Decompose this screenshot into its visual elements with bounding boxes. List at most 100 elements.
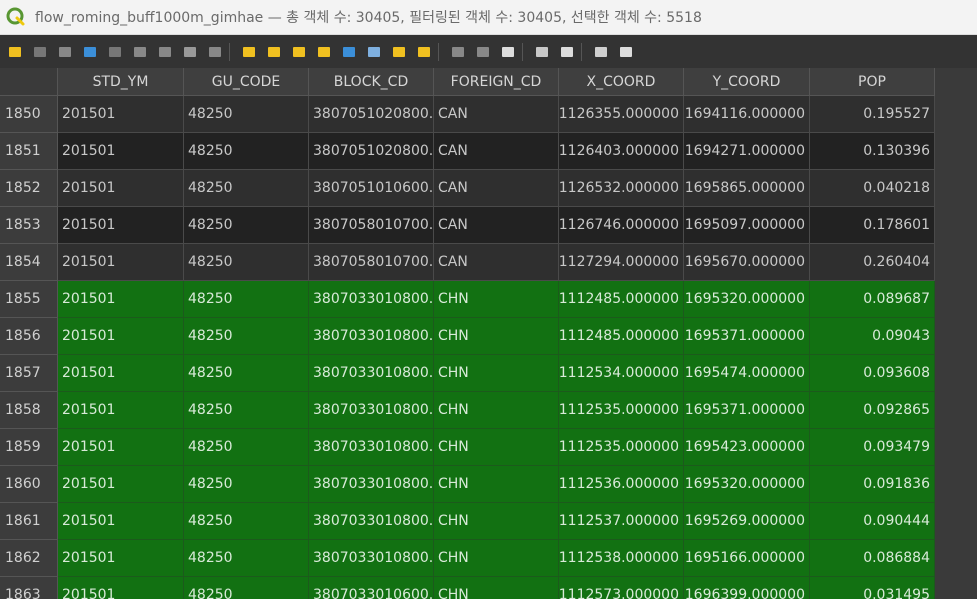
- cell-x-coord[interactable]: 1126532.000000: [559, 170, 684, 207]
- table-row[interactable]: 1857 201501 48250 3807033010800... CHN 111253…: [0, 355, 977, 392]
- cell-x-coord[interactable]: 1112534.000000: [559, 355, 684, 392]
- delete-field-button[interactable]: [475, 44, 491, 60]
- row-number[interactable]: 1861: [0, 503, 58, 540]
- cell-y-coord[interactable]: 1695474.000000: [684, 355, 810, 392]
- cell-std-ym[interactable]: 201501: [58, 540, 184, 577]
- table-row[interactable]: 1856 201501 48250 3807033010800... CHN 111248…: [0, 318, 977, 355]
- cell-std-ym[interactable]: 201501: [58, 429, 184, 466]
- cell-std-ym[interactable]: 201501: [58, 207, 184, 244]
- cell-std-ym[interactable]: 201501: [58, 244, 184, 281]
- filter-select-button[interactable]: [341, 44, 357, 60]
- new-field-button[interactable]: [450, 44, 466, 60]
- column-header-y-coord[interactable]: Y_COORD: [684, 68, 810, 96]
- table-row[interactable]: 1854 201501 48250 3807058010700... CAN 112729…: [0, 244, 977, 281]
- row-number[interactable]: 1859: [0, 429, 58, 466]
- cell-pop[interactable]: 0.089687: [810, 281, 935, 318]
- row-number[interactable]: 1854: [0, 244, 58, 281]
- cell-block-cd[interactable]: 3807033010800...: [309, 429, 434, 466]
- table-row[interactable]: 1861 201501 48250 3807033010800... CHN 111253…: [0, 503, 977, 540]
- organize-columns-button[interactable]: [618, 44, 634, 60]
- cell-x-coord[interactable]: 1112535.000000: [559, 429, 684, 466]
- copy-button[interactable]: [182, 44, 198, 60]
- cell-y-coord[interactable]: 1695423.000000: [684, 429, 810, 466]
- row-number[interactable]: 1855: [0, 281, 58, 318]
- table-row[interactable]: 1855 201501 48250 3807033010800... CHN 111248…: [0, 281, 977, 318]
- row-number[interactable]: 1856: [0, 318, 58, 355]
- cell-foreign-cd[interactable]: CAN: [434, 170, 559, 207]
- cell-x-coord[interactable]: 1126746.000000: [559, 207, 684, 244]
- paste-button[interactable]: [207, 44, 223, 60]
- cell-foreign-cd[interactable]: CHN: [434, 577, 559, 599]
- pan-to-selected-button[interactable]: [391, 44, 407, 60]
- cell-x-coord[interactable]: 1112537.000000: [559, 503, 684, 540]
- cell-gu-code[interactable]: 48250: [184, 503, 309, 540]
- cell-pop[interactable]: 0.092865: [810, 392, 935, 429]
- cell-pop[interactable]: 0.093608: [810, 355, 935, 392]
- invert-selection-button[interactable]: [291, 44, 307, 60]
- cell-std-ym[interactable]: 201501: [58, 503, 184, 540]
- cell-block-cd[interactable]: 3807033010800...: [309, 281, 434, 318]
- deselect-all-button[interactable]: [316, 44, 332, 60]
- cell-block-cd[interactable]: 3807058010700...: [309, 244, 434, 281]
- row-number[interactable]: 1852: [0, 170, 58, 207]
- column-header-pop[interactable]: POP: [810, 68, 935, 96]
- cell-y-coord[interactable]: 1694271.000000: [684, 133, 810, 170]
- cell-gu-code[interactable]: 48250: [184, 207, 309, 244]
- cell-std-ym[interactable]: 201501: [58, 281, 184, 318]
- table-row[interactable]: 1853 201501 48250 3807058010700... CAN 112674…: [0, 207, 977, 244]
- cell-gu-code[interactable]: 48250: [184, 429, 309, 466]
- cell-x-coord[interactable]: 1112485.000000: [559, 318, 684, 355]
- cell-block-cd[interactable]: 3807033010600...: [309, 577, 434, 599]
- actions-button[interactable]: [559, 44, 575, 60]
- cell-y-coord[interactable]: 1695269.000000: [684, 503, 810, 540]
- cell-std-ym[interactable]: 201501: [58, 466, 184, 503]
- cell-block-cd[interactable]: 3807051020800...: [309, 133, 434, 170]
- row-number[interactable]: 1860: [0, 466, 58, 503]
- cell-pop[interactable]: 0.090444: [810, 503, 935, 540]
- cell-gu-code[interactable]: 48250: [184, 540, 309, 577]
- table-row[interactable]: 1859 201501 48250 3807033010800... CHN 111253…: [0, 429, 977, 466]
- cell-pop[interactable]: 0.09043: [810, 318, 935, 355]
- table-row[interactable]: 1860 201501 48250 3807033010800... CHN 111253…: [0, 466, 977, 503]
- cell-foreign-cd[interactable]: CHN: [434, 392, 559, 429]
- cell-y-coord[interactable]: 1695097.000000: [684, 207, 810, 244]
- column-header-std-ym[interactable]: STD_YM: [58, 68, 184, 96]
- cell-block-cd[interactable]: 3807033010800...: [309, 355, 434, 392]
- cell-block-cd[interactable]: 3807033010800...: [309, 392, 434, 429]
- table-corner[interactable]: [0, 68, 58, 96]
- cell-pop[interactable]: 0.178601: [810, 207, 935, 244]
- move-selection-top-button[interactable]: [366, 44, 382, 60]
- cell-gu-code[interactable]: 48250: [184, 244, 309, 281]
- cell-x-coord[interactable]: 1112485.000000: [559, 281, 684, 318]
- table-row[interactable]: 1863 201501 48250 3807033010600... CHN 111257…: [0, 577, 977, 599]
- cell-y-coord[interactable]: 1695320.000000: [684, 281, 810, 318]
- cell-y-coord[interactable]: 1695371.000000: [684, 392, 810, 429]
- cell-foreign-cd[interactable]: CHN: [434, 540, 559, 577]
- cell-gu-code[interactable]: 48250: [184, 96, 309, 133]
- conditional-formatting-button[interactable]: [534, 44, 550, 60]
- row-number[interactable]: 1853: [0, 207, 58, 244]
- cell-std-ym[interactable]: 201501: [58, 133, 184, 170]
- row-number[interactable]: 1858: [0, 392, 58, 429]
- delete-feature-button[interactable]: [132, 44, 148, 60]
- cut-button[interactable]: [157, 44, 173, 60]
- cell-foreign-cd[interactable]: CAN: [434, 244, 559, 281]
- column-header-foreign-cd[interactable]: FOREIGN_CD: [434, 68, 559, 96]
- cell-y-coord[interactable]: 1695320.000000: [684, 466, 810, 503]
- cell-std-ym[interactable]: 201501: [58, 392, 184, 429]
- cell-gu-code[interactable]: 48250: [184, 355, 309, 392]
- cell-gu-code[interactable]: 48250: [184, 170, 309, 207]
- cell-pop[interactable]: 0.093479: [810, 429, 935, 466]
- cell-gu-code[interactable]: 48250: [184, 318, 309, 355]
- cell-x-coord[interactable]: 1127294.000000: [559, 244, 684, 281]
- column-header-x-coord[interactable]: X_COORD: [559, 68, 684, 96]
- cell-gu-code[interactable]: 48250: [184, 392, 309, 429]
- cell-y-coord[interactable]: 1694116.000000: [684, 96, 810, 133]
- cell-block-cd[interactable]: 3807051020800...: [309, 96, 434, 133]
- cell-gu-code[interactable]: 48250: [184, 133, 309, 170]
- cell-x-coord[interactable]: 1112538.000000: [559, 540, 684, 577]
- cell-std-ym[interactable]: 201501: [58, 577, 184, 599]
- table-row[interactable]: 1850 201501 48250 3807051020800... CAN 112635…: [0, 96, 977, 133]
- select-expression-button[interactable]: [241, 44, 257, 60]
- cell-std-ym[interactable]: 201501: [58, 318, 184, 355]
